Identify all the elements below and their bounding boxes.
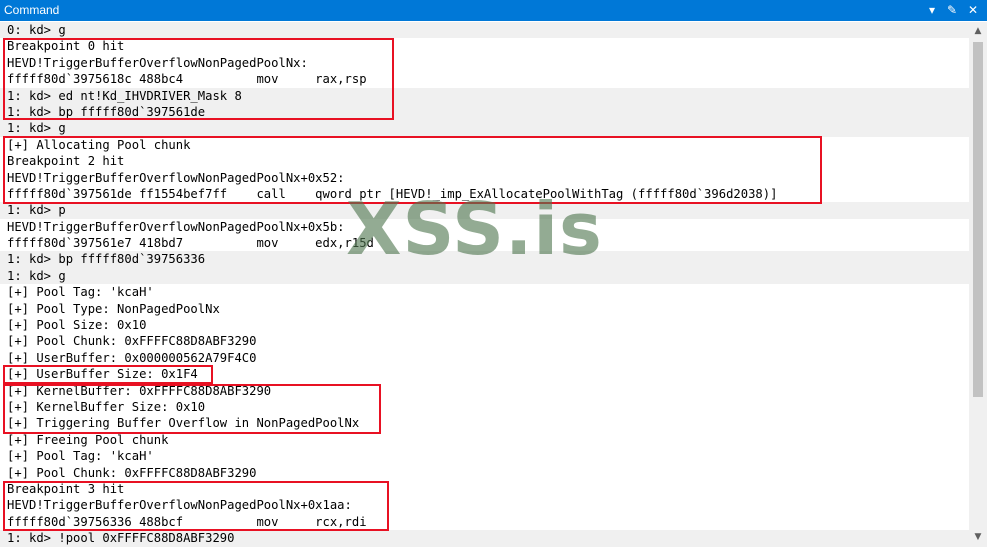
dropdown-icon[interactable]: ▾	[922, 1, 942, 20]
pin-icon[interactable]: ✎	[942, 1, 962, 20]
close-icon[interactable]: ✕	[963, 1, 983, 20]
console-line: [+] Freeing Pool chunk	[7, 432, 169, 447]
console-line: [+] Pool Chunk: 0xFFFFC88D8ABF3290	[7, 334, 257, 349]
scrollbar-thumb[interactable]	[973, 42, 983, 397]
console-line: 1: kd> g	[0, 267, 969, 285]
console-line: HEVD!TriggerBufferOverflowNonPagedPoolNx…	[7, 170, 345, 185]
console-line: HEVD!TriggerBufferOverflowNonPagedPoolNx…	[7, 55, 308, 70]
console-line: 1: kd> bp fffff80d`397561de	[0, 103, 969, 121]
console-line: 1: kd> g	[0, 120, 969, 137]
console-line: fffff80d`39756336 488bcf mov rcx,rdi	[7, 514, 367, 529]
vertical-scrollbar[interactable]: ▲ ▼	[969, 22, 987, 547]
console-line: fffff80d`3975618c 488bc4 mov rax,rsp	[7, 72, 367, 87]
console-line: Breakpoint 3 hit	[7, 481, 125, 496]
console-line: fffff80d`397561de ff1554bef7ff call qwor…	[7, 186, 778, 201]
console-line: [+] KernelBuffer: 0xFFFFC88D8ABF3290	[7, 383, 272, 398]
command-output[interactable]: 0: kd> g Breakpoint 0 hit HEVD!TriggerBu…	[0, 22, 969, 547]
window-titlebar: Command ▾ ✎ ✕	[0, 0, 987, 21]
console-line: [+] UserBuffer: 0x000000562A79F4C0	[7, 350, 257, 365]
console-line: [+] Pool Tag: 'kcaH'	[7, 449, 154, 464]
console-line: [+] Allocating Pool chunk	[7, 137, 191, 152]
scroll-up-icon[interactable]: ▲	[969, 23, 987, 40]
window-title: Command	[4, 3, 60, 17]
console-line: [+] Triggering Buffer Overflow in NonPag…	[7, 416, 360, 431]
console-line: Breakpoint 0 hit	[7, 39, 125, 54]
console-line: 1: kd> bp fffff80d`39756336	[0, 251, 969, 268]
console-line: 1: kd> p	[0, 202, 969, 219]
console-line: [+] Pool Size: 0x10	[7, 318, 147, 333]
console-line: 0: kd> g	[0, 22, 969, 39]
console-line: [+] Pool Tag: 'kcaH'	[7, 285, 154, 300]
console-line: HEVD!TriggerBufferOverflowNonPagedPoolNx…	[7, 498, 352, 513]
console-line: 1: kd> !pool 0xFFFFC88D8ABF3290	[0, 530, 969, 547]
console-line: [+] UserBuffer Size: 0x1F4	[7, 367, 198, 382]
scroll-down-icon[interactable]: ▼	[969, 529, 987, 546]
console-line: [+] KernelBuffer Size: 0x10	[7, 399, 206, 414]
console-line: [+] Pool Type: NonPagedPoolNx	[7, 301, 220, 316]
console-line: Breakpoint 2 hit	[7, 154, 125, 169]
console-line: 1: kd> ed nt!Kd_IHVDRIVER_Mask 8	[0, 87, 969, 104]
console-line: HEVD!TriggerBufferOverflowNonPagedPoolNx…	[7, 219, 345, 234]
console-line: [+] Pool Chunk: 0xFFFFC88D8ABF3290	[7, 465, 257, 480]
console-line: fffff80d`397561e7 418bd7 mov edx,r15d	[7, 236, 374, 251]
